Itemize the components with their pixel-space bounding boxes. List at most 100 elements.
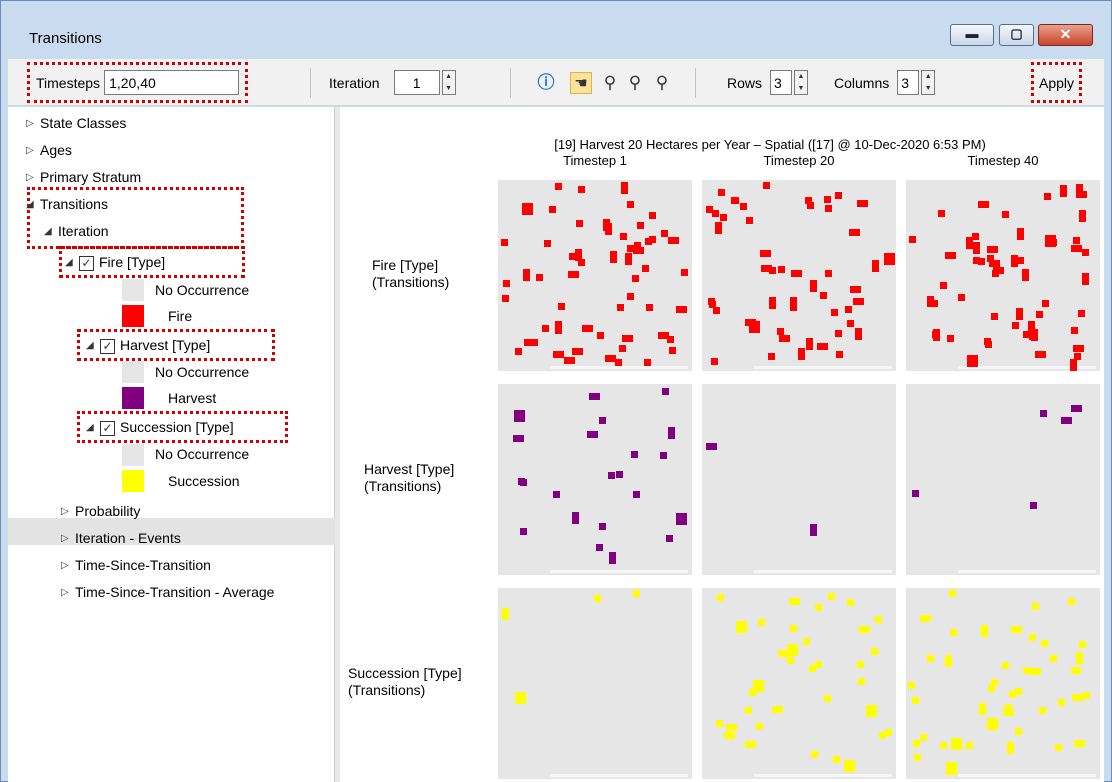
transition-pixel	[1058, 699, 1065, 706]
transition-pixel	[1079, 210, 1086, 222]
expand-arrow-icon[interactable]: ▷	[61, 560, 75, 571]
expand-arrow-icon[interactable]: ▷	[61, 533, 75, 544]
transition-pixel	[803, 638, 810, 645]
transition-pixel	[938, 210, 945, 217]
transition-pixel	[825, 270, 832, 277]
tree-item-succession-type[interactable]: ◢ ✓ Succession [Type]	[86, 414, 234, 440]
transition-pixel	[681, 269, 688, 276]
pan-hand-icon[interactable]: ☚	[570, 72, 592, 94]
transition-pixel	[1071, 327, 1078, 334]
expand-arrow-icon[interactable]: ▷	[26, 118, 40, 129]
minimize-button[interactable]: ▬	[950, 24, 994, 46]
rows-input[interactable]	[770, 70, 793, 95]
transition-pixel	[1076, 184, 1083, 191]
transition-pixel	[1035, 351, 1046, 358]
map-cell[interactable]	[498, 384, 692, 575]
transition-pixel	[589, 393, 600, 400]
transition-pixel	[631, 451, 638, 458]
maximize-icon: ▢	[1010, 26, 1023, 41]
tree-item-iteration[interactable]: ◢ Iteration	[44, 218, 109, 244]
transition-pixel	[908, 682, 915, 689]
maximize-button[interactable]: ▢	[999, 24, 1034, 46]
harvest-checkbox[interactable]: ✓	[100, 338, 115, 354]
transition-pixel	[914, 754, 921, 761]
zoom-in-icon[interactable]: ⚲	[624, 72, 646, 94]
transition-pixel	[988, 685, 995, 692]
info-icon[interactable]: ⓘ	[535, 72, 557, 94]
transition-pixel	[1076, 652, 1083, 664]
map-cell[interactable]	[906, 588, 1100, 779]
columns-spinner[interactable]: ▲ ▼	[921, 70, 936, 95]
map-cell[interactable]	[906, 180, 1100, 371]
transition-pixel	[711, 358, 718, 365]
toolbar: Timesteps Iteration ▲▼ ⓘ ☚ ⚲ ⚲ ⚲ Rows ▲▼…	[8, 59, 1104, 106]
transition-pixel	[572, 512, 579, 524]
expand-arrow-icon[interactable]: ▷	[61, 506, 75, 517]
transition-pixel	[833, 756, 840, 763]
tree-item-time-since-transition-average[interactable]: ▷ Time-Since-Transition - Average	[61, 579, 274, 605]
transition-pixel	[992, 270, 999, 277]
expand-arrow-icon[interactable]: ▷	[26, 172, 40, 183]
column-header-timestep-1: Timestep 1	[563, 153, 627, 168]
tree-item-probability[interactable]: ▷ Probability	[61, 498, 140, 524]
collapse-arrow-icon[interactable]: ◢	[86, 422, 100, 433]
fire-checkbox[interactable]: ✓	[79, 255, 94, 271]
transition-pixel	[1044, 193, 1051, 200]
transition-pixel	[824, 695, 831, 702]
tree-item-ages[interactable]: ▷ Ages	[26, 137, 72, 163]
tree-item-iteration-events[interactable]: ▷ Iteration - Events	[61, 525, 181, 551]
map-cell[interactable]	[702, 588, 896, 779]
transition-pixel	[791, 270, 802, 277]
collapse-arrow-icon[interactable]: ◢	[65, 257, 79, 268]
collapse-arrow-icon[interactable]: ◢	[26, 199, 40, 210]
transition-pixel	[1073, 237, 1080, 244]
zoom-out-icon[interactable]: ⚲	[599, 72, 621, 94]
tree-item-primary-stratum[interactable]: ▷ Primary Stratum	[26, 164, 141, 190]
tree-item-state-classes[interactable]: ▷ State Classes	[26, 110, 126, 136]
columns-input[interactable]	[897, 70, 920, 95]
transition-pixel	[871, 648, 878, 655]
timesteps-input[interactable]	[104, 70, 240, 95]
transition-pixel	[718, 189, 725, 196]
transition-pixel	[1023, 667, 1030, 674]
transition-pixel	[616, 471, 623, 478]
zoom-reset-icon[interactable]: ⚲	[651, 72, 673, 94]
tree-item-transitions[interactable]: ◢ Transitions	[26, 191, 108, 217]
map-cell[interactable]	[906, 384, 1100, 575]
transition-pixel	[817, 343, 828, 350]
close-button[interactable]: ✕	[1038, 24, 1093, 46]
row-label-harvest: Harvest [Type] (Transitions)	[364, 461, 455, 494]
transition-pixel	[1017, 257, 1024, 264]
transition-pixel	[596, 544, 603, 551]
transition-pixel	[913, 740, 920, 747]
transition-pixel	[835, 330, 842, 337]
transition-pixel	[972, 233, 979, 240]
tree-item-time-since-transition[interactable]: ▷ Time-Since-Transition	[61, 552, 211, 578]
transition-pixel	[753, 680, 764, 692]
collapse-arrow-icon[interactable]: ◢	[44, 226, 58, 237]
tree-item-harvest-type[interactable]: ◢ ✓ Harvest [Type]	[86, 332, 210, 358]
tree-item-fire-type[interactable]: ◢ ✓ Fire [Type]	[65, 249, 165, 275]
map-cell[interactable]	[498, 180, 692, 371]
transition-pixel	[945, 655, 952, 667]
map-cell[interactable]	[498, 588, 692, 779]
expand-arrow-icon[interactable]: ▷	[61, 587, 75, 598]
iteration-spinner[interactable]: ▲ ▼	[441, 70, 456, 95]
apply-button[interactable]: Apply	[1030, 62, 1083, 103]
map-cell[interactable]	[702, 180, 896, 371]
transition-pixel	[985, 341, 992, 348]
transition-pixel	[731, 197, 738, 204]
expand-arrow-icon[interactable]: ▷	[26, 145, 40, 156]
transition-pixel	[866, 705, 877, 717]
transition-pixel	[713, 307, 720, 314]
map-cell[interactable]	[702, 384, 896, 575]
rows-spinner[interactable]: ▲ ▼	[794, 70, 809, 95]
transition-pixel	[949, 590, 956, 597]
collapse-arrow-icon[interactable]: ◢	[86, 340, 100, 351]
iteration-input[interactable]	[393, 70, 440, 95]
iteration-group: Iteration ▲▼	[329, 59, 456, 106]
succession-checkbox[interactable]: ✓	[100, 420, 115, 436]
transition-pixel	[811, 751, 818, 758]
transition-pixel	[815, 661, 822, 668]
transition-pixel	[1078, 310, 1085, 317]
